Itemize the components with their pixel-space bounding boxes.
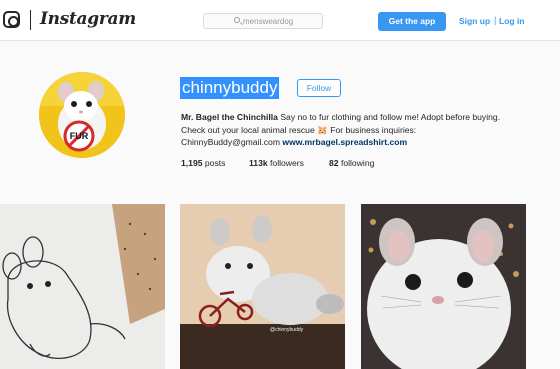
followers-label: followers (267, 158, 304, 168)
avatar-sign-text: FUR (70, 131, 89, 141)
get-the-app-button[interactable]: Get the app (378, 12, 446, 31)
post-thumbnail-2[interactable]: @chinnybuddy (180, 204, 345, 369)
follow-button[interactable]: Follow (297, 79, 341, 97)
log-in-link[interactable]: Log in (499, 16, 525, 26)
bio-website-link[interactable]: www.mrbagel.spreadshirt.com (282, 137, 407, 147)
posts-count: 1,195 (181, 158, 203, 168)
followers-stat[interactable]: 113k followers (249, 158, 304, 168)
profile-avatar[interactable]: FUR (39, 72, 125, 158)
following-stat[interactable]: 82 following (329, 158, 374, 168)
search-box[interactable] (203, 13, 323, 29)
post-thumbnail-3[interactable] (361, 204, 526, 369)
top-nav: Instagram Get the app Sign up | Log in (0, 0, 560, 41)
instagram-camera-icon[interactable] (3, 11, 20, 28)
sign-up-link[interactable]: Sign up (459, 16, 490, 26)
followers-count: 113k (249, 158, 268, 168)
posts-stat: 1,195 posts (181, 158, 225, 168)
instagram-wordmark[interactable]: Instagram (40, 9, 136, 29)
posts-label: posts (202, 158, 226, 168)
profile-full-name: Mr. Bagel the Chinchilla (181, 112, 278, 122)
profile-bio: Mr. Bagel the Chinchilla Say no to fur c… (181, 111, 511, 149)
search-icon (234, 17, 240, 23)
post-thumbnail-1[interactable] (0, 204, 165, 369)
post-watermark: @chinnybuddy (270, 327, 304, 333)
nav-separator: | (494, 15, 497, 25)
search-input[interactable] (243, 15, 321, 27)
following-label: following (338, 158, 375, 168)
profile-username: chinnybuddy (180, 77, 280, 99)
following-count: 82 (329, 158, 339, 168)
logo-divider (30, 10, 31, 30)
